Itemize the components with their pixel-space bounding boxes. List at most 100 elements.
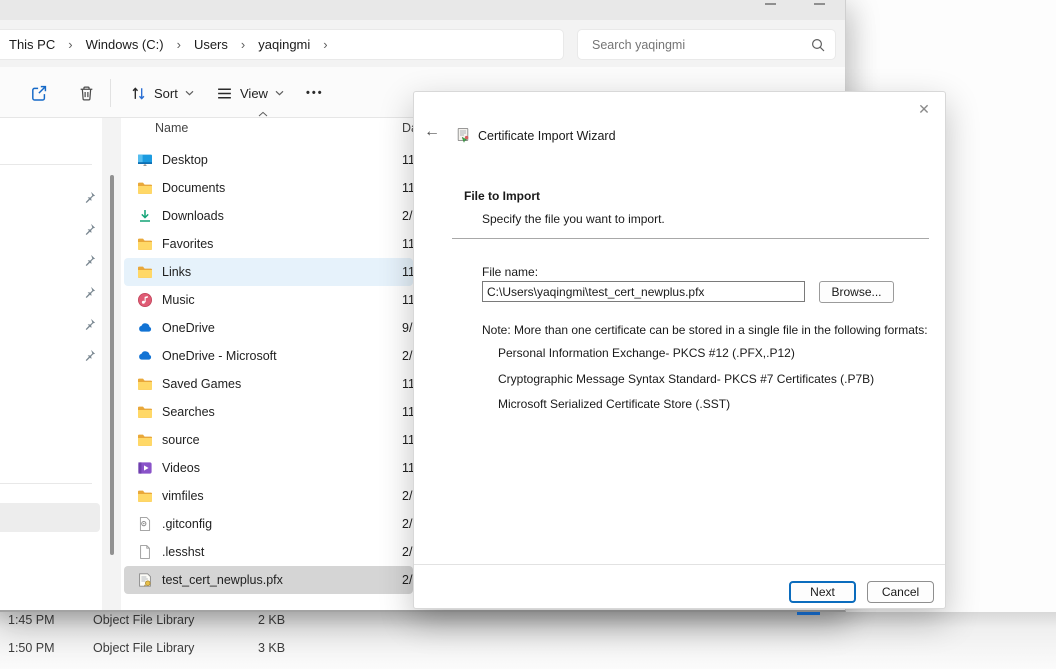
window-control-icon[interactable] bbox=[765, 0, 776, 5]
background-file-size: 2 KB bbox=[258, 613, 285, 627]
file-row[interactable]: Documents 11/ bbox=[124, 174, 413, 202]
file-name: Music bbox=[162, 293, 195, 307]
explorer-address-row: This PC›Windows (C:)›Users›yaqingmi› bbox=[0, 20, 845, 67]
file-name: OneDrive bbox=[162, 321, 215, 335]
section-title: File to Import bbox=[464, 189, 540, 203]
file-row[interactable]: OneDrive - Microsoft 2/2 bbox=[124, 342, 413, 370]
videos-icon bbox=[137, 460, 153, 476]
pin-icon bbox=[84, 349, 96, 361]
file-row[interactable]: Favorites 11/ bbox=[124, 230, 413, 258]
file-date: 11/ bbox=[402, 265, 413, 279]
breadcrumb-item[interactable]: Users bbox=[188, 34, 234, 55]
file-date: 2/2 bbox=[402, 209, 413, 223]
file-name: .gitconfig bbox=[162, 517, 212, 531]
file-name: .lesshst bbox=[162, 545, 204, 559]
file-list: Desktop 11/ Documents 11/ Downloads 2/2 … bbox=[124, 146, 424, 594]
file-row[interactable]: test_cert_newplus.pfx 2/2 bbox=[124, 566, 413, 594]
sort-label: Sort bbox=[154, 86, 178, 101]
background-file-time: 1:45 PM bbox=[8, 613, 55, 627]
file-name: source bbox=[162, 433, 200, 447]
file-name: Favorites bbox=[162, 237, 213, 251]
view-button[interactable]: View bbox=[212, 80, 288, 106]
file-row[interactable]: .lesshst 2/2 bbox=[124, 538, 413, 566]
search-box[interactable] bbox=[577, 29, 836, 60]
cancel-button[interactable]: Cancel bbox=[867, 581, 934, 603]
delete-button[interactable] bbox=[74, 80, 99, 106]
file-name: vimfiles bbox=[162, 489, 204, 503]
file-row[interactable]: Music 11/ bbox=[124, 286, 413, 314]
background-file-size: 3 KB bbox=[258, 641, 285, 655]
file-name: OneDrive - Microsoft bbox=[162, 349, 277, 363]
column-header-date[interactable]: Da bbox=[402, 121, 413, 135]
folder-icon bbox=[137, 488, 153, 504]
file-name: Desktop bbox=[162, 153, 208, 167]
section-divider bbox=[452, 238, 929, 239]
file-date: 2/2 bbox=[402, 517, 413, 531]
dialog-title: Certificate Import Wizard bbox=[478, 129, 616, 143]
background-file-row: 1:50 PMObject File Library3 KB bbox=[0, 641, 420, 657]
file-date: 11/ bbox=[402, 377, 413, 391]
nav-pane-divider bbox=[0, 483, 92, 484]
sort-button[interactable]: Sort bbox=[126, 80, 198, 106]
file-row[interactable]: .gitconfig 2/2 bbox=[124, 510, 413, 538]
file-date: 2/2 bbox=[402, 349, 413, 363]
pin-icon bbox=[84, 191, 96, 203]
file-row[interactable]: Links 11/ bbox=[124, 258, 413, 286]
column-header-name[interactable]: Name bbox=[155, 121, 188, 135]
window-control-icon[interactable] bbox=[814, 0, 825, 5]
chevron-down-icon bbox=[185, 90, 194, 96]
file-date: 2/1 bbox=[402, 489, 413, 503]
pin-icon bbox=[84, 254, 96, 266]
file-row[interactable]: vimfiles 2/1 bbox=[124, 482, 413, 510]
file-name: Downloads bbox=[162, 209, 224, 223]
footer-divider bbox=[414, 564, 945, 566]
certificate-import-wizard-dialog: ← Certificate Import Wizard ✕ File to Im… bbox=[413, 91, 946, 609]
file-name: Documents bbox=[162, 181, 225, 195]
breadcrumb-item[interactable]: This PC bbox=[3, 34, 61, 55]
certificate-file-icon bbox=[137, 572, 153, 588]
next-button[interactable]: Next bbox=[789, 581, 856, 603]
certificate-format-item: Personal Information Exchange- PKCS #12 … bbox=[498, 346, 938, 360]
background-file-type: Object File Library bbox=[93, 613, 194, 627]
more-icon: ••• bbox=[306, 87, 324, 99]
file-row[interactable]: Downloads 2/2 bbox=[124, 202, 413, 230]
share-button[interactable] bbox=[26, 80, 52, 106]
pin-icon bbox=[84, 286, 96, 298]
certificate-format-item: Microsoft Serialized Certificate Store (… bbox=[498, 397, 938, 411]
file-row[interactable]: Desktop 11/ bbox=[124, 146, 413, 174]
breadcrumb-chevron-icon: › bbox=[316, 37, 334, 52]
background-file-time: 1:50 PM bbox=[8, 641, 55, 655]
more-options-button[interactable]: ••• bbox=[302, 80, 328, 106]
trash-icon bbox=[78, 85, 95, 102]
breadcrumb-chevron-icon: › bbox=[61, 37, 79, 52]
nav-scrollbar[interactable] bbox=[102, 118, 121, 610]
nav-pane-divider bbox=[0, 164, 92, 165]
file-date: 9/2 bbox=[402, 321, 413, 335]
back-button[interactable]: ← bbox=[424, 125, 440, 139]
nav-scrollbar-thumb[interactable] bbox=[110, 175, 114, 555]
background-window-rows: 1:45 PM Object File Library 2 KB 1:50 PMObj… bbox=[0, 612, 1056, 669]
breadcrumb-item[interactable]: yaqingmi bbox=[252, 34, 316, 55]
file-name: Videos bbox=[162, 461, 200, 475]
nav-pane-selected-item[interactable] bbox=[0, 503, 100, 532]
file-row[interactable]: Videos 11/ bbox=[124, 454, 413, 482]
file-date: 11/ bbox=[402, 237, 413, 251]
file-row[interactable]: source 11/ bbox=[124, 426, 413, 454]
file-name: test_cert_newplus.pfx bbox=[162, 573, 283, 587]
breadcrumb-item[interactable]: Windows (C:) bbox=[80, 34, 170, 55]
file-row[interactable]: OneDrive 9/2 bbox=[124, 314, 413, 342]
file-row[interactable]: Searches 11/ bbox=[124, 398, 413, 426]
file-row[interactable]: Saved Games 11/ bbox=[124, 370, 413, 398]
search-input[interactable] bbox=[590, 37, 811, 53]
file-date: 2/2 bbox=[402, 573, 413, 587]
breadcrumb: This PC›Windows (C:)›Users›yaqingmi› bbox=[3, 34, 335, 55]
file-date: 11/ bbox=[402, 405, 413, 419]
address-bar[interactable]: This PC›Windows (C:)›Users›yaqingmi› bbox=[0, 29, 564, 60]
browse-button[interactable]: Browse... bbox=[819, 281, 894, 303]
file-name-input[interactable] bbox=[482, 281, 805, 302]
certificate-wizard-icon bbox=[456, 127, 472, 143]
close-icon[interactable]: ✕ bbox=[913, 98, 935, 120]
toolbar-divider bbox=[110, 79, 111, 107]
file-date: 11/ bbox=[402, 433, 413, 447]
folder-icon bbox=[137, 236, 153, 252]
